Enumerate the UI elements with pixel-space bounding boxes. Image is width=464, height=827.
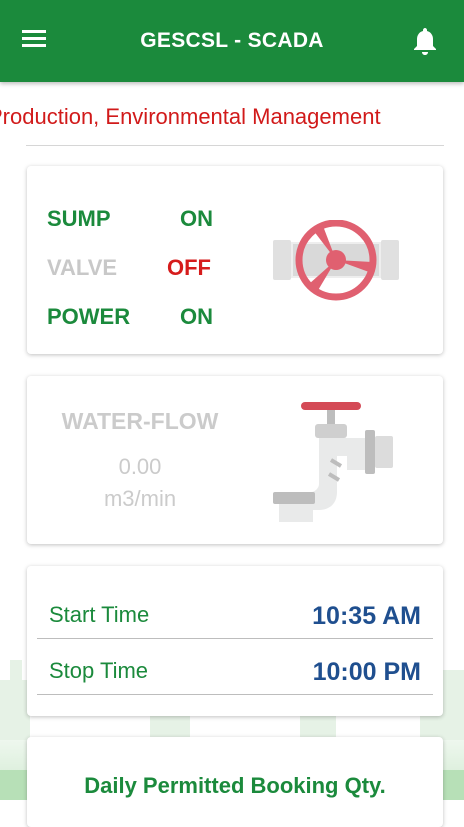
start-time-value: 10:35 AM bbox=[312, 602, 421, 630]
valve-label: VALVE bbox=[47, 255, 118, 280]
power-label: POWER bbox=[47, 304, 131, 329]
sump-label: SUMP bbox=[47, 206, 111, 231]
app-title: GESCSL - SCADA bbox=[140, 29, 324, 52]
ticker-text: Production, Environmental Management bbox=[0, 104, 381, 129]
water-flow-unit: m3/min bbox=[103, 486, 177, 511]
app-bar: GESCSL - SCADA bbox=[0, 0, 464, 82]
valve-status: OFF bbox=[167, 255, 211, 280]
water-flow-card: WATER-FLOW 0.00 m3/min bbox=[27, 376, 443, 544]
start-time-label: Start Time bbox=[49, 602, 150, 627]
water-flow-value: 0.00 bbox=[118, 454, 162, 479]
status-card: SUMP ON VALVE OFF POWER ON bbox=[27, 166, 443, 354]
divider bbox=[26, 145, 444, 146]
schedule-card: Start Time 10:35 AM Stop Time 10:00 PM bbox=[27, 566, 443, 716]
stop-time-label: Stop Time bbox=[49, 658, 149, 683]
row-divider bbox=[37, 638, 433, 639]
bell-icon[interactable] bbox=[412, 26, 442, 60]
water-flow-title: WATER-FLOW bbox=[61, 408, 219, 434]
water-tap-icon bbox=[273, 402, 393, 522]
power-status: ON bbox=[180, 304, 213, 329]
booking-title: Daily Permitted Booking Qty. bbox=[84, 773, 386, 798]
stop-time-value: 10:00 PM bbox=[312, 658, 421, 686]
news-ticker: Production, Environmental Management bbox=[0, 100, 464, 136]
row-divider bbox=[37, 694, 433, 695]
valve-wheel-icon bbox=[273, 220, 399, 301]
booking-card: Daily Permitted Booking Qty. bbox=[27, 737, 443, 827]
sump-status: ON bbox=[180, 206, 213, 231]
